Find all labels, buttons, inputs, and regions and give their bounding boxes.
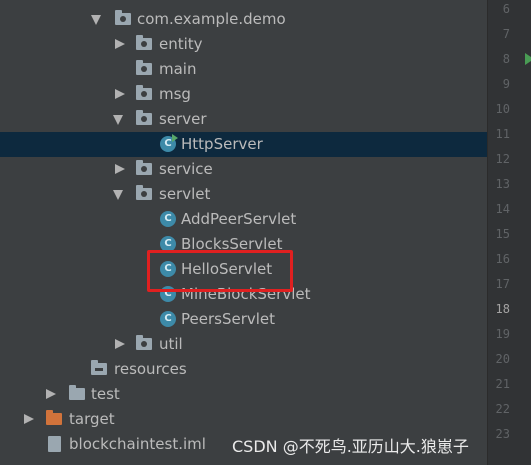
package-folder-icon <box>136 335 152 350</box>
tree-item-servlet[interactable]: servlet <box>0 182 487 207</box>
tree-item-label: server <box>159 110 207 128</box>
line-number: 7 <box>502 27 510 41</box>
tree-item-label: main <box>159 60 197 78</box>
line-number: 23 <box>495 427 510 441</box>
csdn-watermark: CSDN @不死鸟.亚历山大.狼崽子 <box>232 437 469 456</box>
package-folder-icon <box>136 110 152 125</box>
tree-item-label: service <box>159 160 213 178</box>
package-folder-icon <box>136 160 152 175</box>
line-number: 18 <box>495 302 510 316</box>
tree-item-label: PeersServlet <box>181 310 276 328</box>
java-class-icon: C <box>160 211 176 227</box>
tree-item-entity[interactable]: entity <box>0 32 487 57</box>
tree-item-label: servlet <box>159 185 211 203</box>
chevron-right-icon[interactable] <box>115 164 125 174</box>
tree-item-util[interactable]: util <box>0 332 487 357</box>
chevron-down-icon[interactable] <box>91 15 101 25</box>
line-number: 8 <box>502 52 510 66</box>
package-folder-icon <box>136 185 152 200</box>
red-highlight-box <box>147 250 293 292</box>
chevron-right-icon[interactable] <box>46 389 56 399</box>
line-number: 16 <box>495 252 510 266</box>
tree-item-target[interactable]: target <box>0 407 487 432</box>
excluded-folder-icon <box>46 410 62 425</box>
line-number: 10 <box>495 102 510 116</box>
tree-item-label: resources <box>114 360 187 378</box>
line-number: 11 <box>495 127 510 141</box>
line-number: 19 <box>495 327 510 341</box>
line-number: 14 <box>495 202 510 216</box>
tree-item-com-example-demo[interactable]: com.example.demo <box>0 7 487 32</box>
package-folder-icon <box>136 60 152 75</box>
package-folder-icon <box>136 35 152 50</box>
line-number: 9 <box>502 77 510 91</box>
editor-gutter: 6 7 8 9 10 11 12 13 14 15 16 17 18 19 20 21 22 23 <box>487 0 531 465</box>
chevron-down-icon[interactable] <box>113 115 123 125</box>
tree-item-label: blockchaintest.iml <box>69 435 206 453</box>
java-class-run-icon: C <box>160 134 178 152</box>
run-gutter-icon[interactable] <box>525 53 531 65</box>
module-file-icon <box>48 436 61 452</box>
tree-item-label: entity <box>159 35 203 53</box>
java-class-icon: C <box>160 311 176 327</box>
tree-item-msg[interactable]: msg <box>0 82 487 107</box>
tree-item-label: msg <box>159 85 191 103</box>
chevron-right-icon[interactable] <box>115 89 125 99</box>
line-number: 15 <box>495 227 510 241</box>
resources-folder-icon <box>91 360 107 375</box>
chevron-right-icon[interactable] <box>115 39 125 49</box>
chevron-right-icon[interactable] <box>115 339 125 349</box>
tree-item-label: test <box>91 385 120 403</box>
tree-item-label: target <box>69 410 115 428</box>
tree-item-label: AddPeerServlet <box>181 210 297 228</box>
chevron-right-icon[interactable] <box>24 414 34 424</box>
tree-item-server[interactable]: server <box>0 107 487 132</box>
line-number: 17 <box>495 277 510 291</box>
line-number: 22 <box>495 402 510 416</box>
chevron-down-icon[interactable] <box>113 190 123 200</box>
package-folder-icon <box>115 10 131 25</box>
tree-item-resources[interactable]: resources <box>0 357 487 382</box>
package-folder-icon <box>136 85 152 100</box>
line-number: 20 <box>495 352 510 366</box>
line-number: 13 <box>495 177 510 191</box>
tree-item-add-peer-servlet[interactable]: C AddPeerServlet <box>0 207 487 232</box>
line-number: 21 <box>495 377 510 391</box>
tree-item-service[interactable]: service <box>0 157 487 182</box>
line-number: 12 <box>495 152 510 166</box>
tree-item-test[interactable]: test <box>0 382 487 407</box>
folder-icon <box>69 385 85 400</box>
tree-item-http-server[interactable]: C HttpServer <box>0 132 487 157</box>
tree-item-label: com.example.demo <box>137 10 286 28</box>
line-number: 6 <box>502 2 510 16</box>
project-tree[interactable]: com.example.demo entity main msg server … <box>0 0 487 465</box>
tree-item-label: HttpServer <box>181 135 263 153</box>
tree-item-main[interactable]: main <box>0 57 487 82</box>
tree-item-label: util <box>159 335 183 353</box>
tree-item-peers-servlet[interactable]: C PeersServlet <box>0 307 487 332</box>
